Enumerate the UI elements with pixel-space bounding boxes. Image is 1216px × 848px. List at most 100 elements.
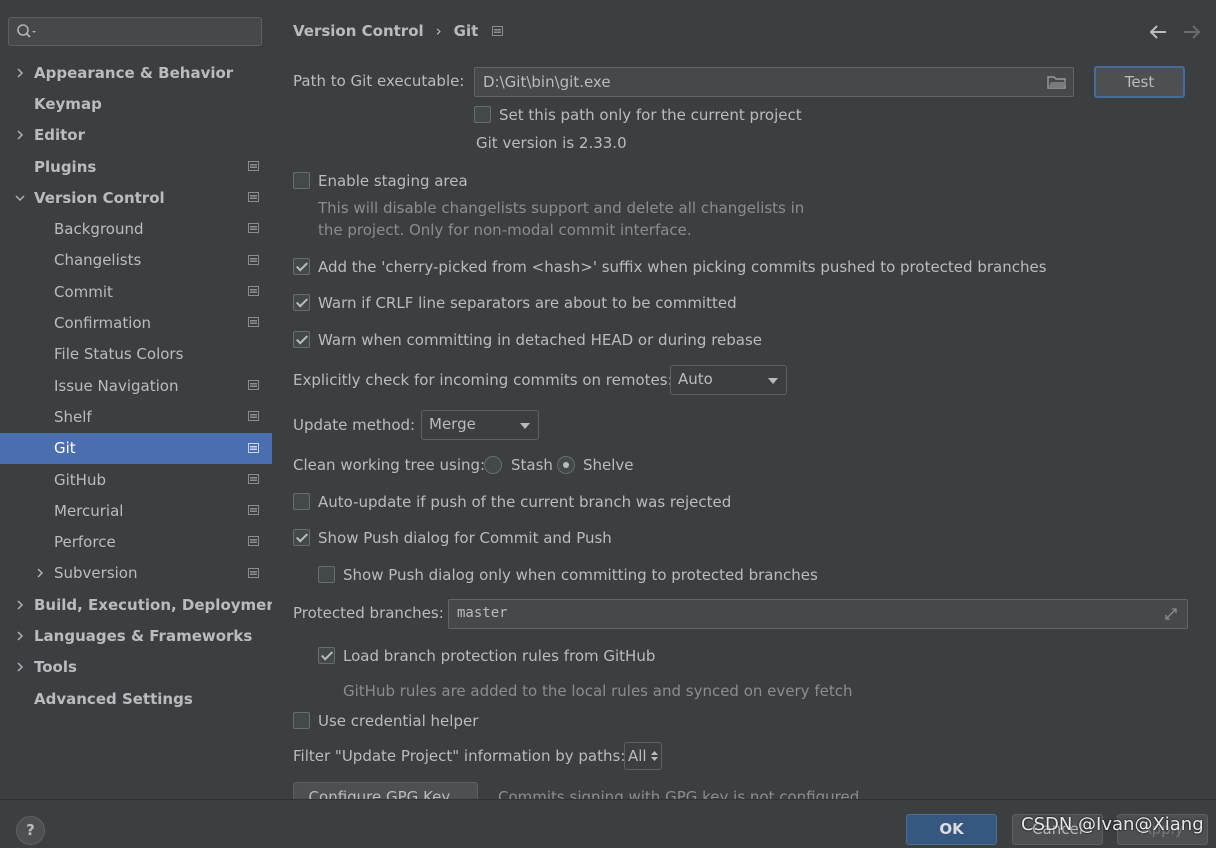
- sidebar-item-label: Mercurial: [54, 501, 124, 520]
- chevron-down-icon[interactable]: [15, 193, 25, 203]
- crlf-label: Warn if CRLF line separators are about t…: [318, 294, 737, 312]
- shelve-radio[interactable]: [557, 456, 575, 474]
- sidebar-item-issue-navigation[interactable]: Issue Navigation: [0, 370, 272, 401]
- sidebar-item-keymap[interactable]: Keymap: [0, 88, 272, 119]
- git-path-label: Path to Git executable:: [293, 72, 465, 90]
- auto-update-checkbox[interactable]: [293, 493, 310, 510]
- back-arrow-icon[interactable]: [1149, 24, 1167, 40]
- sidebar-item-editor[interactable]: Editor: [0, 120, 272, 151]
- load-rules-checkbox[interactable]: [318, 647, 335, 664]
- sidebar-item-plugins[interactable]: Plugins: [0, 151, 272, 182]
- chevron-right-icon[interactable]: [35, 568, 45, 578]
- sidebar-item-label: Plugins: [34, 157, 97, 176]
- folder-icon[interactable]: [1047, 74, 1067, 90]
- sidebar-item-label: Languages & Frameworks: [34, 626, 253, 645]
- sidebar-item-perforce[interactable]: Perforce: [0, 526, 272, 557]
- project-scope-icon: [248, 160, 259, 171]
- chevron-right-icon[interactable]: [15, 600, 25, 610]
- watermark: CSDN @Ivan@Xiang: [1021, 814, 1204, 835]
- current-project-only-checkbox[interactable]: [474, 106, 491, 123]
- staging-label: Enable staging area: [318, 172, 468, 190]
- breadcrumb-git: Git: [453, 22, 479, 40]
- updown-icon: [651, 751, 658, 761]
- sidebar-item-mercurial[interactable]: Mercurial: [0, 495, 272, 526]
- breadcrumb-separator: ›: [435, 22, 442, 40]
- git-path-field[interactable]: D:\Git\bin\git.exe: [474, 67, 1074, 97]
- chevron-right-icon[interactable]: [15, 68, 25, 78]
- sidebar-item-label: Git: [54, 439, 76, 458]
- forward-arrow-icon[interactable]: [1183, 24, 1201, 40]
- breadcrumb: Version Control › Git: [293, 22, 504, 40]
- sidebar-item-label: File Status Colors: [54, 345, 184, 364]
- sidebar-item-github[interactable]: GitHub: [0, 464, 272, 495]
- search-box[interactable]: [8, 17, 262, 46]
- sidebar-item-label: Perforce: [54, 533, 116, 552]
- incoming-commits-label: Explicitly check for incoming commits on…: [293, 371, 673, 389]
- staging-hint-line2: the project. Only for non-modal commit i…: [318, 221, 692, 239]
- sidebar-item-appearance-behavior[interactable]: Appearance & Behavior: [0, 57, 272, 88]
- stash-radio[interactable]: [484, 456, 502, 474]
- sidebar-item-label: Commit: [54, 282, 113, 301]
- gpg-row: Configure GPG Key... Commits signing wit…: [272, 780, 1216, 799]
- detached-head-checkbox[interactable]: [293, 331, 310, 348]
- gpg-hint: Commits signing with GPG key is not conf…: [498, 788, 860, 799]
- sidebar-item-tools[interactable]: Tools: [0, 652, 272, 683]
- staging-checkbox[interactable]: [293, 172, 310, 189]
- show-push-checkbox[interactable]: [293, 529, 310, 546]
- update-method-select[interactable]: Merge: [421, 410, 539, 440]
- sidebar-item-label: Editor: [34, 126, 85, 145]
- auto-update-label: Auto-update if push of the current branc…: [318, 493, 732, 511]
- configure-gpg-key-button[interactable]: Configure GPG Key...: [293, 782, 478, 799]
- sidebar-item-version-control[interactable]: Version Control: [0, 182, 272, 213]
- ok-button[interactable]: OK: [906, 814, 997, 845]
- breadcrumb-version-control[interactable]: Version Control: [293, 22, 424, 40]
- sidebar-item-commit[interactable]: Commit: [0, 276, 272, 307]
- sidebar-item-label: Keymap: [34, 94, 102, 113]
- settings-tree: Appearance & Behavior Keymap Editor Plugins…: [0, 57, 284, 714]
- chevron-right-icon[interactable]: [15, 631, 25, 641]
- sidebar-item-label: Subversion: [54, 564, 138, 583]
- sidebar-item-label: Background: [54, 220, 144, 239]
- sidebar-item-background[interactable]: Background: [0, 213, 272, 244]
- sidebar-item-git[interactable]: Git: [0, 432, 272, 464]
- chevron-right-icon[interactable]: [15, 130, 25, 140]
- sidebar-item-confirmation[interactable]: Confirmation: [0, 307, 272, 338]
- chevron-right-icon[interactable]: [15, 662, 25, 672]
- update-method-value: Merge: [429, 415, 476, 433]
- protected-branches-field[interactable]: master: [448, 599, 1188, 629]
- sidebar-item-label: Tools: [34, 658, 77, 677]
- staging-hint-line1: This will disable changelists support an…: [318, 199, 805, 217]
- sidebar-item-changelists[interactable]: Changelists: [0, 245, 272, 276]
- chevron-down-icon: [768, 378, 778, 384]
- filter-paths-label: Filter "Update Project" information by p…: [293, 747, 626, 765]
- cherry-pick-label: Add the 'cherry-picked from <hash>' suff…: [318, 258, 1047, 276]
- filter-paths-select[interactable]: All: [624, 742, 662, 770]
- project-scope-icon: [248, 317, 259, 328]
- sidebar-item-advanced-settings[interactable]: Advanced Settings: [0, 683, 272, 714]
- show-push-protected-checkbox[interactable]: [318, 566, 335, 583]
- credential-helper-checkbox[interactable]: [293, 712, 310, 729]
- project-scope-icon: [248, 379, 259, 390]
- project-scope-icon: [248, 411, 259, 422]
- project-scope-icon: [248, 505, 259, 516]
- sidebar-item-label: Appearance & Behavior: [34, 63, 234, 82]
- help-button[interactable]: ?: [16, 816, 45, 845]
- sidebar-item-shelf[interactable]: Shelf: [0, 401, 272, 432]
- cherry-pick-checkbox[interactable]: [293, 258, 310, 275]
- sidebar-item-languages-frameworks[interactable]: Languages & Frameworks: [0, 620, 272, 651]
- search-input[interactable]: [41, 21, 255, 42]
- incoming-commits-select[interactable]: Auto: [670, 365, 787, 395]
- detached-head-label: Warn when committing in detached HEAD or…: [318, 331, 763, 349]
- dialog-footer: ? OK Cancel Apply CSDN @Ivan@Xiang: [0, 799, 1216, 848]
- sidebar-item-file-status-colors[interactable]: File Status Colors: [0, 339, 272, 370]
- crlf-checkbox[interactable]: [293, 294, 310, 311]
- expand-icon[interactable]: [1163, 606, 1179, 622]
- show-push-protected-label: Show Push dialog only when committing to…: [343, 566, 818, 584]
- test-button[interactable]: Test: [1094, 66, 1185, 98]
- sidebar-item-subversion[interactable]: Subversion: [0, 558, 272, 589]
- incoming-commits-value: Auto: [678, 370, 713, 388]
- filter-paths-value: All: [628, 747, 647, 765]
- current-project-only-label: Set this path only for the current proje…: [499, 106, 802, 124]
- sidebar-item-build-execution-deployment[interactable]: Build, Execution, Deployment: [0, 589, 284, 620]
- sidebar-item-label: Changelists: [54, 251, 142, 270]
